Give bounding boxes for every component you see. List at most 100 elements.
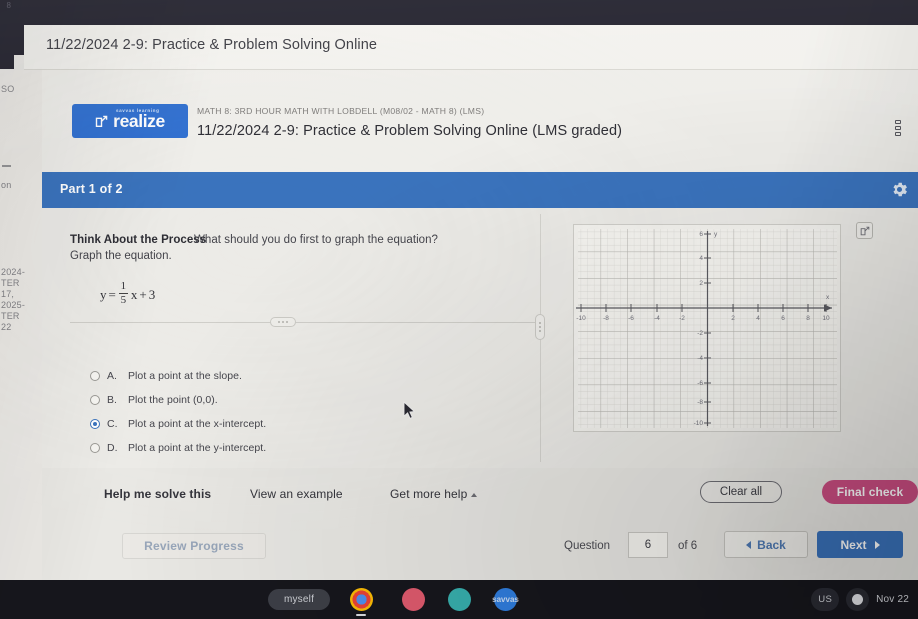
equation-equals: = — [108, 286, 116, 302]
app-icon-blue[interactable]: savvas — [492, 588, 519, 611]
tab-strip-nub — [0, 25, 24, 55]
realize-logo[interactable]: realize savvas learning — [72, 104, 188, 138]
equation-fraction: 1 5 — [118, 280, 128, 306]
choice-letter-a: A. — [107, 370, 117, 382]
browser-tab-title[interactable]: 11/22/2024 2-9: Practice & Problem Solvi… — [46, 37, 377, 53]
answer-choice-d[interactable]: D. Plot a point at the y-intercept. — [90, 436, 410, 460]
help-me-solve-this-link[interactable]: Help me solve this — [104, 487, 211, 501]
view-an-example-link[interactable]: View an example — [250, 487, 343, 501]
coordinate-graph-svg: -10 -8 -6 -4 -2 2 4 6 8 10 6 4 2 -2 -4 -… — [576, 229, 837, 428]
browser-title-strip: 11/22/2024 2-9: Practice & Problem Solvi… — [24, 25, 918, 70]
help-and-actions-row: Help me solve this View an example Get m… — [42, 468, 918, 520]
equation-lhs: y — [100, 286, 107, 302]
chrome-icon[interactable] — [350, 588, 373, 611]
question-number-input[interactable]: 6 — [628, 532, 668, 558]
svg-text:-10: -10 — [576, 315, 586, 322]
vertical-resize-handle[interactable] — [535, 314, 545, 340]
app-icon-blue-glyph: savvas — [492, 595, 519, 604]
choice-text-c: Plot a point at the x-intercept. — [128, 418, 267, 430]
equation-display: y = 1 5 x + 3 — [100, 280, 156, 307]
review-progress-button[interactable]: Review Progress — [122, 533, 266, 559]
part-progress-bar: Part 1 of 2 — [42, 172, 918, 208]
svg-text:-4: -4 — [654, 315, 660, 322]
svg-text:2: 2 — [731, 315, 735, 322]
status-circle-dot — [852, 594, 864, 605]
choice-text-a: Plot a point at the slope. — [128, 370, 242, 382]
svg-text:6: 6 — [699, 231, 703, 238]
answer-choice-list: A. Plot a point at the slope. B. Plot th… — [90, 364, 410, 460]
horizontal-resize-handle[interactable] — [270, 317, 296, 327]
svg-text:-8: -8 — [603, 315, 609, 322]
svg-text:-10: -10 — [694, 420, 704, 427]
svg-text:6: 6 — [781, 315, 785, 322]
app-icon-teal-glyph — [448, 588, 471, 611]
sidebar-fragment: 17, — [1, 289, 15, 299]
prompt-heading: Think About the Process — [70, 234, 207, 246]
radio-button-a[interactable] — [90, 371, 100, 381]
answer-choice-c[interactable]: C. Plot a point at the x-intercept. — [90, 412, 410, 436]
choice-letter-c: C. — [107, 418, 118, 430]
kebab-menu-icon[interactable] — [891, 118, 905, 138]
coordinate-graph[interactable]: -10 -8 -6 -4 -2 2 4 6 8 10 6 4 2 -2 -4 -… — [573, 224, 841, 432]
choice-text-d: Plot a point at the y-intercept. — [128, 442, 267, 454]
answer-choice-b[interactable]: B. Plot the point (0,0). — [90, 388, 410, 412]
app-header: realize savvas learning MATH 8: 3RD HOUR… — [42, 70, 918, 172]
equation-constant: 3 — [148, 286, 156, 302]
svg-text:-6: -6 — [697, 380, 703, 387]
prompt-subtext: Graph the equation. — [70, 250, 172, 262]
app-icon-pink-glyph — [402, 588, 425, 611]
question-total-label: of 6 — [678, 540, 698, 552]
next-button[interactable]: Next — [817, 531, 903, 558]
answer-choice-a[interactable]: A. Plot a point at the slope. — [90, 364, 410, 388]
offscreen-sidebar-fragments: SO on 2024- TER 17, 2025- TER 22 — [0, 70, 42, 580]
get-more-help-label: Get more help — [390, 487, 468, 501]
get-more-help-link[interactable]: Get more help — [390, 487, 478, 501]
shelf-date[interactable]: Nov 22 — [876, 594, 912, 605]
radio-button-b[interactable] — [90, 395, 100, 405]
svg-text:-2: -2 — [697, 330, 703, 337]
final-check-button[interactable]: Final check — [822, 480, 918, 504]
svg-text:-8: -8 — [697, 399, 703, 406]
status-circle-icon[interactable] — [846, 588, 870, 611]
external-link-icon — [95, 115, 108, 128]
clear-all-button[interactable]: Clear all — [700, 481, 782, 503]
gear-icon[interactable] — [890, 180, 909, 199]
back-button-label: Back — [757, 537, 786, 552]
savvas-tagline: savvas learning — [116, 108, 160, 113]
course-title: MATH 8: 3RD HOUR MATH WITH LOBDELL (M08/… — [197, 106, 485, 116]
sidebar-fragment: 2025- — [1, 300, 26, 310]
svg-text:-4: -4 — [697, 355, 703, 362]
next-button-label: Next — [840, 537, 867, 552]
radio-button-d[interactable] — [90, 443, 100, 453]
tab-strip-nub-lower — [0, 55, 14, 69]
svg-text:4: 4 — [699, 255, 703, 262]
sidebar-fragment: 2024- — [1, 267, 26, 277]
question-label: Question — [564, 540, 611, 552]
fraction-numerator: 1 — [120, 280, 127, 292]
svg-text:2: 2 — [699, 280, 703, 287]
shelf-search-pill[interactable]: myself — [268, 589, 330, 610]
prompt-question: What should you do first to graph the eq… — [194, 234, 439, 246]
choice-letter-d: D. — [107, 442, 118, 454]
sidebar-fragment: 22 — [1, 322, 12, 332]
back-button[interactable]: Back — [724, 531, 808, 558]
sidebar-fragment: TER — [1, 278, 20, 288]
top-band-text: 8 — [6, 1, 12, 10]
choice-text-b: Plot the point (0,0). — [128, 394, 218, 406]
sidebar-fragment: SO — [1, 84, 15, 94]
part-label: Part 1 of 2 — [60, 182, 123, 196]
keyboard-layout-indicator[interactable]: US — [811, 588, 840, 611]
app-icon-pink[interactable] — [402, 588, 425, 611]
svg-text:8: 8 — [806, 315, 810, 322]
sidebar-bullet-icon — [2, 165, 11, 167]
assignment-title: 11/22/2024 2-9: Practice & Problem Solvi… — [197, 123, 623, 139]
shelf-status-tray[interactable]: US Nov 22 — [811, 588, 912, 611]
radio-button-c[interactable] — [90, 419, 100, 429]
svg-text:-2: -2 — [679, 315, 685, 322]
top-dark-band: 8 — [0, 0, 918, 25]
sidebar-fragment: on — [1, 180, 12, 190]
triangle-left-icon — [746, 540, 752, 549]
sidebar-fragment: TER — [1, 311, 20, 321]
app-icon-teal[interactable] — [448, 588, 471, 611]
expand-graph-icon[interactable] — [856, 222, 873, 239]
